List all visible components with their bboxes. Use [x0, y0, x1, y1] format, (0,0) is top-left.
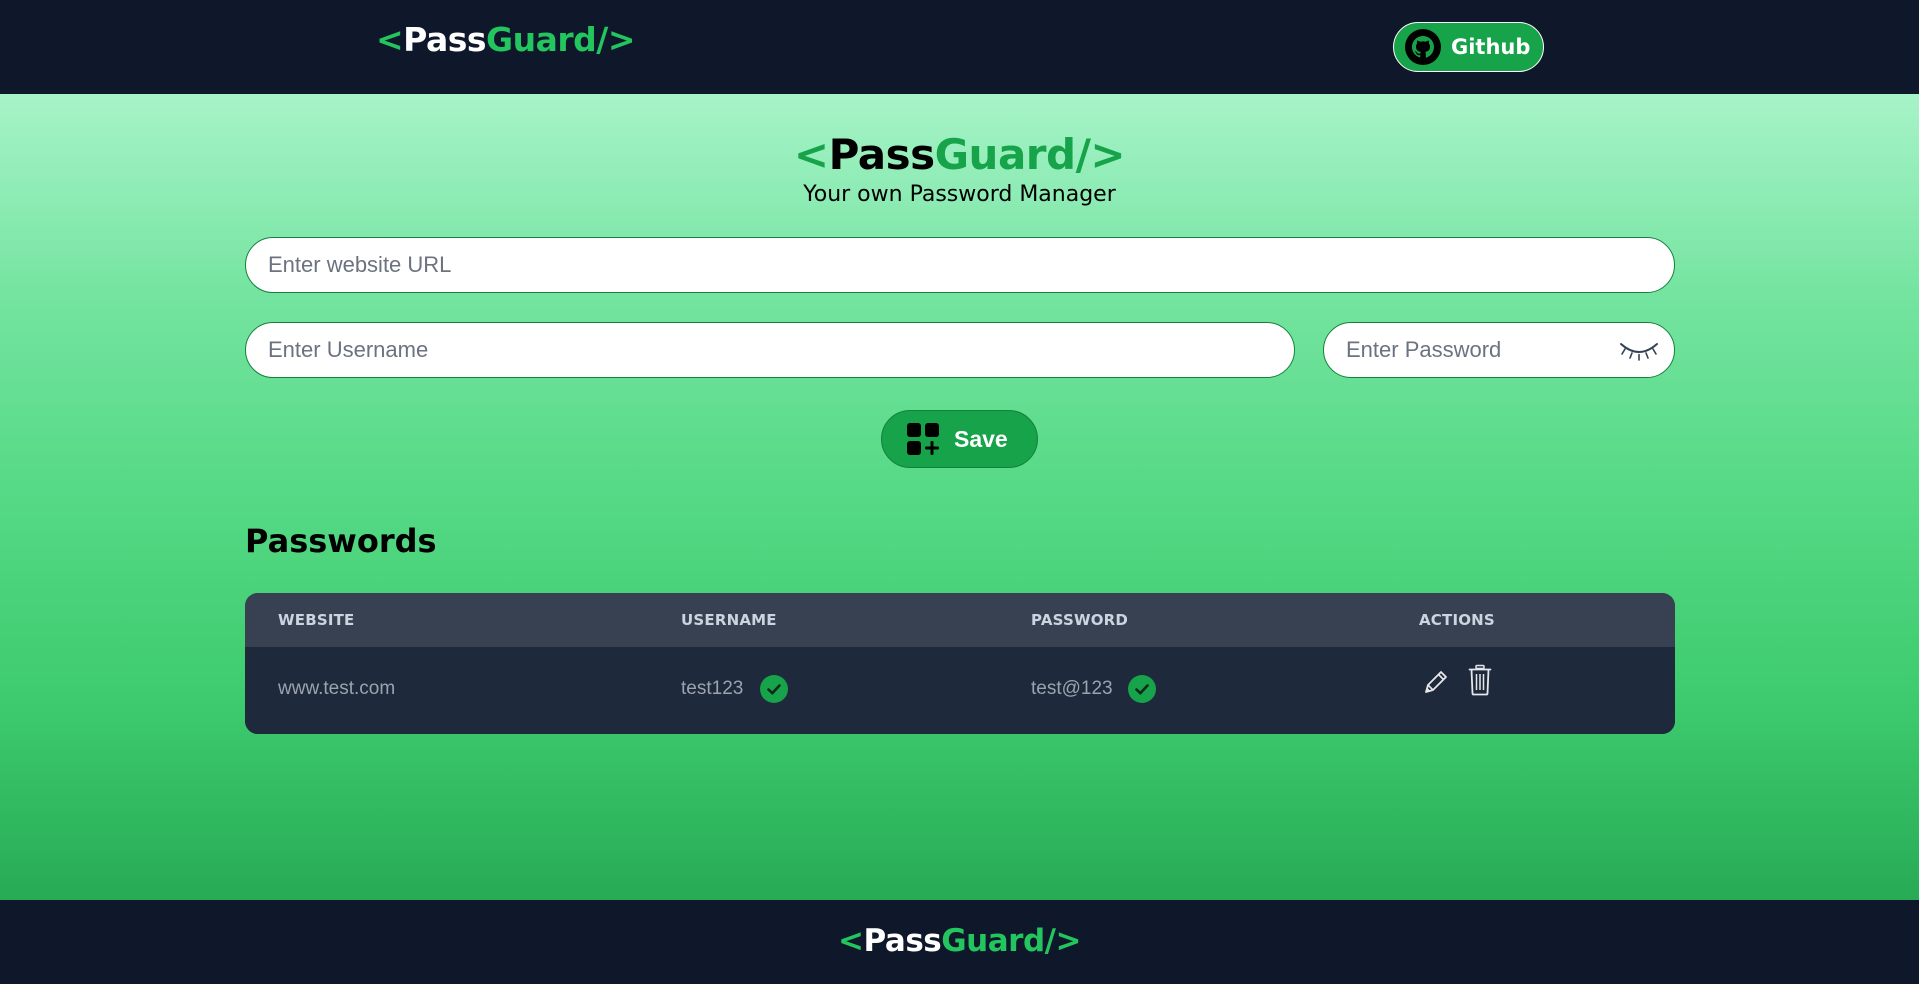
hero-logo-close-bracket: /> — [1075, 130, 1126, 179]
github-label: Github — [1451, 35, 1531, 59]
logo-pass-text: Pass — [403, 20, 487, 59]
column-header-actions: ACTIONS — [1419, 611, 1495, 629]
password-field-wrapper — [1323, 322, 1675, 378]
footer-logo-guard-text: Guard — [941, 923, 1045, 959]
username-cell: test123 — [681, 678, 744, 699]
check-circle-icon — [1135, 684, 1149, 695]
hero-logo: <PassGuard/> — [0, 130, 1919, 179]
password-cell: test@123 — [1031, 678, 1113, 699]
pencil-icon[interactable] — [1421, 667, 1449, 697]
website-cell[interactable]: www.test.com — [278, 678, 395, 700]
hero-subtitle: Your own Password Manager — [803, 182, 1116, 207]
passwords-heading: Passwords — [245, 522, 437, 560]
hero-logo-open-bracket: < — [793, 130, 829, 179]
column-header-username: USERNAME — [681, 611, 777, 629]
hero-logo-guard-text: Guard — [934, 130, 1077, 179]
passwords-table: WEBSITE USERNAME PASSWORD ACTIONS www.te… — [245, 593, 1675, 734]
check-circle-icon — [767, 684, 781, 695]
table-row: www.test.com test123 test@123 — [245, 647, 1675, 734]
nav-logo[interactable]: <PassGuard/> — [376, 20, 635, 59]
logo-open-bracket: < — [376, 20, 404, 59]
column-header-password: PASSWORD — [1031, 611, 1129, 629]
github-icon — [1405, 29, 1441, 65]
copy-password-check-icon[interactable] — [1128, 675, 1156, 703]
github-button[interactable]: Github — [1393, 22, 1544, 72]
main-content: <PassGuard/> Your own Password Manager S… — [0, 94, 1919, 900]
username-input[interactable] — [245, 322, 1295, 378]
logo-close-bracket: /> — [596, 20, 635, 59]
footer-logo-open-bracket: < — [838, 923, 864, 959]
copy-username-check-icon[interactable] — [760, 675, 788, 703]
hero-logo-pass-text: Pass — [828, 130, 936, 179]
website-url-input[interactable] — [245, 237, 1675, 293]
navbar: <PassGuard/> Github — [0, 0, 1919, 94]
footer: <PassGuard/> — [0, 900, 1919, 984]
trash-icon[interactable] — [1468, 664, 1492, 696]
table-header-row: WEBSITE USERNAME PASSWORD ACTIONS — [245, 593, 1675, 647]
save-button[interactable]: Save — [881, 410, 1038, 468]
logo-guard-text: Guard — [486, 20, 597, 59]
apps-add-icon — [907, 423, 939, 455]
save-label: Save — [954, 425, 1008, 452]
footer-logo-pass-text: Pass — [863, 923, 942, 959]
eye-closed-icon[interactable] — [1617, 338, 1661, 362]
footer-logo-close-bracket: /> — [1044, 923, 1082, 959]
column-header-website: WEBSITE — [278, 611, 355, 629]
footer-logo: <PassGuard/> — [0, 923, 1919, 959]
